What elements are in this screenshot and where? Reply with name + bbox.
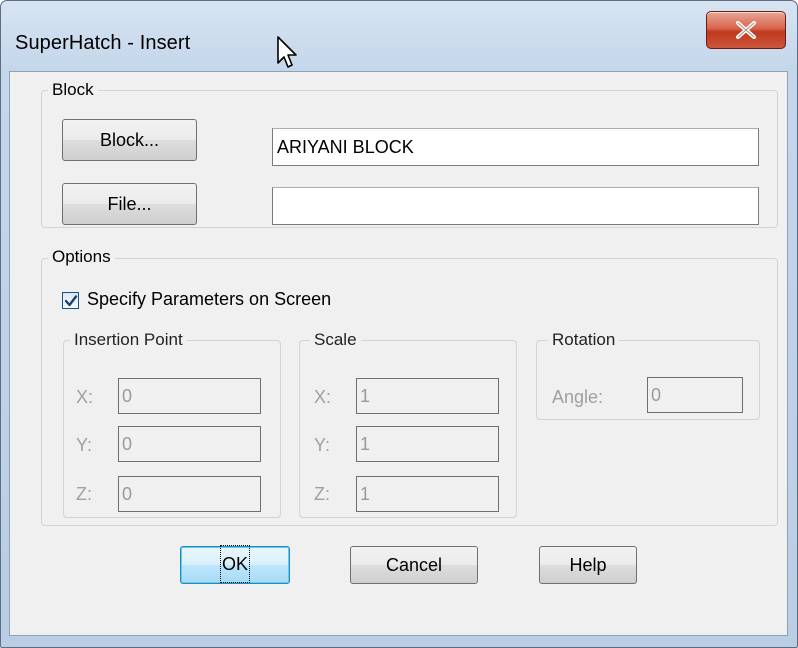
scale-y-input[interactable]: 1 [356, 426, 499, 462]
ok-button[interactable]: OK [180, 545, 290, 584]
specify-parameters-label[interactable]: Specify Parameters on Screen [87, 289, 331, 310]
options-group-label: Options [48, 247, 115, 267]
mouse-cursor-icon [276, 35, 302, 71]
insertion-point-label: Insertion Point [70, 330, 187, 350]
window-title: SuperHatch - Insert [15, 32, 191, 54]
insertion-y-input[interactable]: 0 [118, 426, 261, 462]
block-button-label: Block... [99, 130, 160, 150]
file-button[interactable]: File... [62, 183, 197, 225]
close-icon [736, 21, 756, 39]
rotation-label: Rotation [548, 330, 620, 350]
block-button[interactable]: Block... [62, 119, 197, 161]
scale-z-label: Z: [314, 484, 330, 504]
dialog-window: SuperHatch - Insert Block Block... ARIYA… [0, 0, 798, 648]
ok-button-label: OK [219, 545, 251, 583]
specify-parameters-checkbox[interactable] [62, 292, 79, 309]
scale-y-label: Y: [314, 435, 331, 455]
scale-label: Scale [310, 330, 361, 350]
help-button[interactable]: Help [539, 546, 637, 584]
checkmark-icon [64, 295, 78, 307]
rotation-angle-label: Angle: [552, 387, 604, 407]
scale-x-label: X: [314, 387, 332, 407]
dialog-client-area: Block Block... ARIYANI BLOCK File... Opt… [9, 71, 788, 636]
file-path-input[interactable] [272, 187, 759, 225]
block-name-input[interactable]: ARIYANI BLOCK [272, 128, 759, 166]
insertion-y-label: Y: [76, 435, 93, 455]
cancel-button[interactable]: Cancel [350, 546, 478, 584]
insertion-x-input[interactable]: 0 [118, 378, 261, 414]
scale-z-input[interactable]: 1 [356, 476, 499, 512]
scale-x-input[interactable]: 1 [356, 378, 499, 414]
block-group-label: Block [48, 80, 98, 100]
insertion-z-label: Z: [76, 484, 92, 504]
rotation-angle-input[interactable]: 0 [647, 377, 743, 413]
title-bar[interactable]: SuperHatch - Insert [1, 1, 797, 71]
insertion-z-input[interactable]: 0 [118, 476, 261, 512]
file-button-label: File... [107, 194, 152, 214]
help-button-label: Help [569, 555, 607, 575]
close-button[interactable] [706, 11, 786, 49]
cancel-button-label: Cancel [385, 555, 443, 575]
insertion-x-label: X: [76, 387, 94, 407]
